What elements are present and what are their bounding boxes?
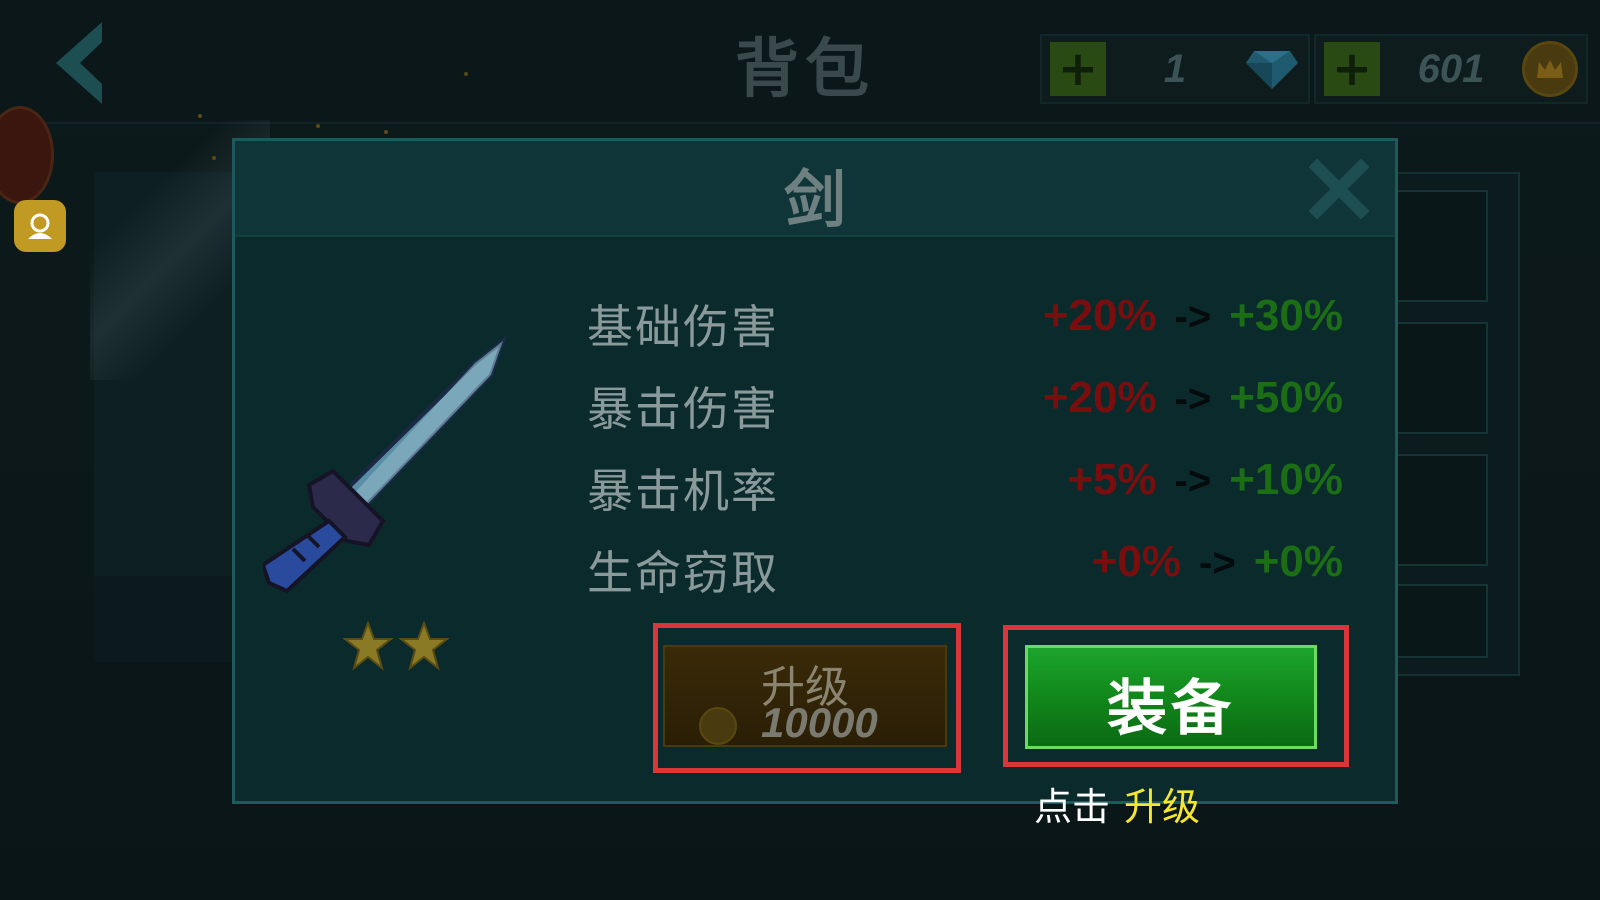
stat-arrow: -> bbox=[1174, 459, 1212, 503]
stat-label: 暴击伤害 bbox=[587, 382, 779, 436]
coin-counter: + 601 bbox=[1314, 34, 1588, 104]
stat-values: +20% -> +30% bbox=[1043, 291, 1343, 341]
stat-new-value: +0% bbox=[1253, 537, 1343, 586]
sparkle bbox=[464, 72, 468, 76]
stat-label: 基础伤害 bbox=[587, 300, 779, 354]
equip-button[interactable]: 装备 bbox=[1025, 645, 1317, 749]
back-arrow-icon[interactable] bbox=[52, 18, 112, 108]
stat-arrow: -> bbox=[1174, 377, 1212, 421]
gem-count: 1 bbox=[1163, 46, 1187, 91]
star-icon bbox=[399, 621, 449, 671]
stat-old-value: +20% bbox=[1042, 373, 1157, 422]
stat-old-value: +20% bbox=[1042, 291, 1157, 340]
stat-old-value: +5% bbox=[1067, 455, 1157, 504]
add-gems-button[interactable]: + bbox=[1050, 42, 1106, 96]
close-icon[interactable] bbox=[1309, 159, 1369, 219]
gem-icon bbox=[1246, 51, 1298, 89]
stat-arrow: -> bbox=[1174, 295, 1212, 339]
equip-label: 装备 bbox=[1107, 674, 1235, 744]
stat-row-crit-damage: 暴击伤害 +20% -> +50% bbox=[235, 373, 1401, 436]
stat-arrow: -> bbox=[1199, 541, 1236, 585]
tutorial-hint: 点击 升级 bbox=[1034, 776, 1200, 831]
customer-support-icon[interactable] bbox=[14, 200, 66, 252]
hint-prefix: 点击 bbox=[1034, 785, 1111, 829]
sparkle bbox=[316, 124, 320, 128]
crown-coin-icon bbox=[1522, 41, 1578, 97]
dialog-title: 剑 bbox=[783, 163, 846, 236]
coin-count: 601 bbox=[1417, 46, 1485, 91]
stat-new-value: +50% bbox=[1229, 373, 1343, 422]
upgrade-cost: 10000 bbox=[761, 699, 878, 746]
stat-row-base-damage: 基础伤害 +20% -> +30% bbox=[235, 291, 1401, 354]
stat-new-value: +10% bbox=[1229, 455, 1343, 504]
stat-new-value: +30% bbox=[1229, 291, 1343, 340]
upgrade-button[interactable]: 升级 10000 bbox=[663, 645, 947, 747]
stat-label: 暴击机率 bbox=[587, 464, 779, 518]
stat-values: +5% -> +10% bbox=[1067, 455, 1343, 505]
add-coins-button[interactable]: + bbox=[1324, 42, 1380, 96]
hint-action: 升级 bbox=[1124, 785, 1201, 829]
crown-coin-icon bbox=[699, 707, 737, 745]
stat-row-life-steal: 生命窃取 +0% -> +0% bbox=[235, 537, 1401, 600]
stat-label: 生命窃取 bbox=[587, 546, 779, 600]
stat-values: +0% -> +0% bbox=[1092, 537, 1343, 587]
stat-row-crit-rate: 暴击机率 +5% -> +10% bbox=[235, 455, 1401, 518]
sparkle bbox=[198, 114, 202, 118]
rarity-stars bbox=[343, 621, 453, 675]
stat-old-value: +0% bbox=[1091, 537, 1182, 586]
sparkle bbox=[212, 156, 216, 160]
sparkle bbox=[384, 130, 388, 134]
gem-counter: + 1 bbox=[1040, 34, 1310, 104]
page-title: 背包 bbox=[735, 33, 875, 107]
star-icon bbox=[343, 621, 393, 671]
item-detail-dialog: 剑 基础伤害 +20% -> +30% 暴击伤害 +20% -> +50% 暴击… bbox=[232, 138, 1398, 804]
stat-values: +20% -> +50% bbox=[1043, 373, 1343, 423]
